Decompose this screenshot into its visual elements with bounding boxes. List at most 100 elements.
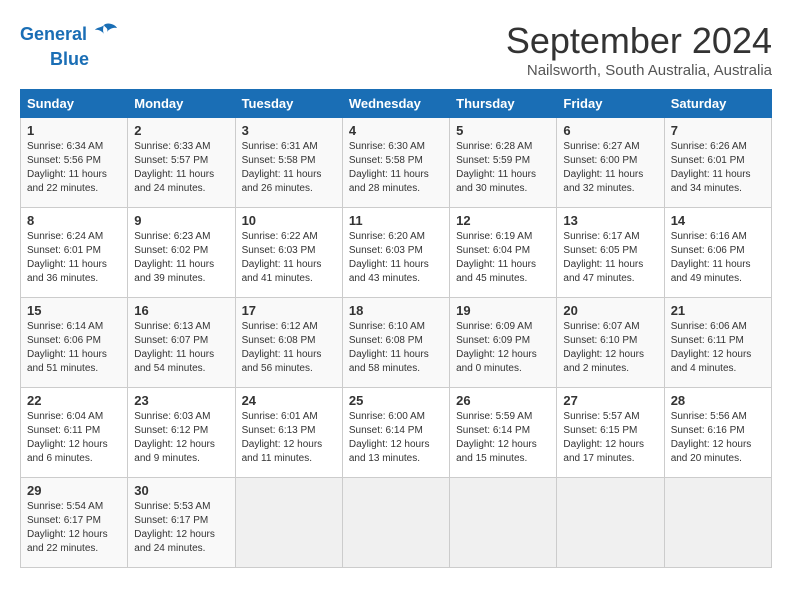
day-number: 1	[27, 123, 121, 138]
day-number: 27	[563, 393, 657, 408]
calendar-cell: 3 Sunrise: 6:31 AM Sunset: 5:58 PM Dayli…	[235, 118, 342, 208]
calendar-cell	[235, 478, 342, 568]
title-block: September 2024 Nailsworth, South Austral…	[506, 20, 772, 79]
day-info: Sunrise: 6:17 AM Sunset: 6:05 PM Dayligh…	[563, 230, 657, 286]
calendar-week-2: 8 Sunrise: 6:24 AM Sunset: 6:01 PM Dayli…	[21, 208, 772, 298]
day-number: 21	[671, 303, 765, 318]
calendar-cell: 27 Sunrise: 5:57 AM Sunset: 6:15 PM Dayl…	[557, 388, 664, 478]
calendar-cell: 9 Sunrise: 6:23 AM Sunset: 6:02 PM Dayli…	[128, 208, 235, 298]
day-info: Sunrise: 6:03 AM Sunset: 6:12 PM Dayligh…	[134, 410, 228, 466]
day-number: 14	[671, 213, 765, 228]
day-info: Sunrise: 6:26 AM Sunset: 6:01 PM Dayligh…	[671, 140, 765, 196]
calendar-cell: 12 Sunrise: 6:19 AM Sunset: 6:04 PM Dayl…	[450, 208, 557, 298]
calendar-cell: 21 Sunrise: 6:06 AM Sunset: 6:11 PM Dayl…	[664, 298, 771, 388]
day-number: 5	[456, 123, 550, 138]
day-info: Sunrise: 6:10 AM Sunset: 6:08 PM Dayligh…	[349, 320, 443, 376]
day-info: Sunrise: 6:09 AM Sunset: 6:09 PM Dayligh…	[456, 320, 550, 376]
calendar-week-5: 29 Sunrise: 5:54 AM Sunset: 6:17 PM Dayl…	[21, 478, 772, 568]
day-info: Sunrise: 6:34 AM Sunset: 5:56 PM Dayligh…	[27, 140, 121, 196]
day-info: Sunrise: 6:23 AM Sunset: 6:02 PM Dayligh…	[134, 230, 228, 286]
day-info: Sunrise: 5:59 AM Sunset: 6:14 PM Dayligh…	[456, 410, 550, 466]
day-info: Sunrise: 6:00 AM Sunset: 6:14 PM Dayligh…	[349, 410, 443, 466]
day-number: 29	[27, 483, 121, 498]
calendar-cell: 8 Sunrise: 6:24 AM Sunset: 6:01 PM Dayli…	[21, 208, 128, 298]
day-number: 9	[134, 213, 228, 228]
day-info: Sunrise: 6:19 AM Sunset: 6:04 PM Dayligh…	[456, 230, 550, 286]
weekday-header-sunday: Sunday	[21, 90, 128, 118]
day-number: 30	[134, 483, 228, 498]
calendar-cell: 1 Sunrise: 6:34 AM Sunset: 5:56 PM Dayli…	[21, 118, 128, 208]
day-number: 7	[671, 123, 765, 138]
day-info: Sunrise: 6:33 AM Sunset: 5:57 PM Dayligh…	[134, 140, 228, 196]
calendar-week-3: 15 Sunrise: 6:14 AM Sunset: 6:06 PM Dayl…	[21, 298, 772, 388]
day-number: 24	[242, 393, 336, 408]
day-number: 3	[242, 123, 336, 138]
calendar-cell: 20 Sunrise: 6:07 AM Sunset: 6:10 PM Dayl…	[557, 298, 664, 388]
month-title: September 2024	[506, 20, 772, 62]
calendar-cell: 17 Sunrise: 6:12 AM Sunset: 6:08 PM Dayl…	[235, 298, 342, 388]
calendar-cell: 18 Sunrise: 6:10 AM Sunset: 6:08 PM Dayl…	[342, 298, 449, 388]
calendar-week-1: 1 Sunrise: 6:34 AM Sunset: 5:56 PM Dayli…	[21, 118, 772, 208]
calendar-cell: 24 Sunrise: 6:01 AM Sunset: 6:13 PM Dayl…	[235, 388, 342, 478]
day-info: Sunrise: 5:57 AM Sunset: 6:15 PM Dayligh…	[563, 410, 657, 466]
logo-text2: Blue	[50, 50, 89, 70]
logo-text: General	[20, 25, 87, 45]
day-info: Sunrise: 6:13 AM Sunset: 6:07 PM Dayligh…	[134, 320, 228, 376]
day-number: 18	[349, 303, 443, 318]
page-header: General Blue September 2024 Nailsworth, …	[20, 20, 772, 79]
day-info: Sunrise: 6:22 AM Sunset: 6:03 PM Dayligh…	[242, 230, 336, 286]
calendar-cell: 23 Sunrise: 6:03 AM Sunset: 6:12 PM Dayl…	[128, 388, 235, 478]
logo-bird-icon	[89, 20, 119, 50]
calendar-cell: 26 Sunrise: 5:59 AM Sunset: 6:14 PM Dayl…	[450, 388, 557, 478]
calendar-cell	[664, 478, 771, 568]
day-info: Sunrise: 6:06 AM Sunset: 6:11 PM Dayligh…	[671, 320, 765, 376]
day-number: 22	[27, 393, 121, 408]
day-number: 12	[456, 213, 550, 228]
day-info: Sunrise: 6:14 AM Sunset: 6:06 PM Dayligh…	[27, 320, 121, 376]
calendar-cell: 5 Sunrise: 6:28 AM Sunset: 5:59 PM Dayli…	[450, 118, 557, 208]
calendar-cell: 10 Sunrise: 6:22 AM Sunset: 6:03 PM Dayl…	[235, 208, 342, 298]
calendar-cell: 28 Sunrise: 5:56 AM Sunset: 6:16 PM Dayl…	[664, 388, 771, 478]
day-info: Sunrise: 5:56 AM Sunset: 6:16 PM Dayligh…	[671, 410, 765, 466]
day-number: 10	[242, 213, 336, 228]
day-info: Sunrise: 6:12 AM Sunset: 6:08 PM Dayligh…	[242, 320, 336, 376]
calendar-cell: 2 Sunrise: 6:33 AM Sunset: 5:57 PM Dayli…	[128, 118, 235, 208]
calendar-week-4: 22 Sunrise: 6:04 AM Sunset: 6:11 PM Dayl…	[21, 388, 772, 478]
day-number: 20	[563, 303, 657, 318]
day-info: Sunrise: 6:01 AM Sunset: 6:13 PM Dayligh…	[242, 410, 336, 466]
day-number: 2	[134, 123, 228, 138]
calendar-cell: 11 Sunrise: 6:20 AM Sunset: 6:03 PM Dayl…	[342, 208, 449, 298]
calendar-cell: 16 Sunrise: 6:13 AM Sunset: 6:07 PM Dayl…	[128, 298, 235, 388]
day-number: 4	[349, 123, 443, 138]
calendar-cell: 29 Sunrise: 5:54 AM Sunset: 6:17 PM Dayl…	[21, 478, 128, 568]
calendar-cell: 14 Sunrise: 6:16 AM Sunset: 6:06 PM Dayl…	[664, 208, 771, 298]
day-number: 11	[349, 213, 443, 228]
weekday-header-friday: Friday	[557, 90, 664, 118]
weekday-header-saturday: Saturday	[664, 90, 771, 118]
day-info: Sunrise: 6:27 AM Sunset: 6:00 PM Dayligh…	[563, 140, 657, 196]
calendar-cell: 6 Sunrise: 6:27 AM Sunset: 6:00 PM Dayli…	[557, 118, 664, 208]
day-number: 15	[27, 303, 121, 318]
calendar-cell: 30 Sunrise: 5:53 AM Sunset: 6:17 PM Dayl…	[128, 478, 235, 568]
calendar-table: SundayMondayTuesdayWednesdayThursdayFrid…	[20, 89, 772, 568]
day-info: Sunrise: 6:30 AM Sunset: 5:58 PM Dayligh…	[349, 140, 443, 196]
calendar-cell	[342, 478, 449, 568]
logo: General Blue	[20, 20, 119, 70]
day-number: 23	[134, 393, 228, 408]
day-info: Sunrise: 5:53 AM Sunset: 6:17 PM Dayligh…	[134, 500, 228, 556]
weekday-header-row: SundayMondayTuesdayWednesdayThursdayFrid…	[21, 90, 772, 118]
day-number: 25	[349, 393, 443, 408]
day-number: 19	[456, 303, 550, 318]
day-number: 17	[242, 303, 336, 318]
day-info: Sunrise: 6:20 AM Sunset: 6:03 PM Dayligh…	[349, 230, 443, 286]
weekday-header-monday: Monday	[128, 90, 235, 118]
day-info: Sunrise: 6:28 AM Sunset: 5:59 PM Dayligh…	[456, 140, 550, 196]
calendar-cell: 7 Sunrise: 6:26 AM Sunset: 6:01 PM Dayli…	[664, 118, 771, 208]
weekday-header-wednesday: Wednesday	[342, 90, 449, 118]
day-number: 28	[671, 393, 765, 408]
calendar-cell: 19 Sunrise: 6:09 AM Sunset: 6:09 PM Dayl…	[450, 298, 557, 388]
calendar-cell	[450, 478, 557, 568]
day-info: Sunrise: 6:04 AM Sunset: 6:11 PM Dayligh…	[27, 410, 121, 466]
day-number: 6	[563, 123, 657, 138]
weekday-header-thursday: Thursday	[450, 90, 557, 118]
